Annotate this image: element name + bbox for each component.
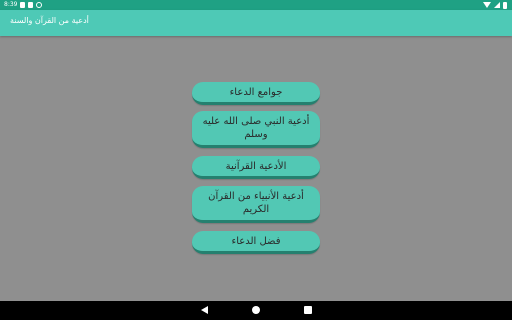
menu-button-prophet-supplications[interactable]: أدعية النبي صلى الله عليه وسلم (192, 111, 320, 148)
recent-apps-icon[interactable] (304, 306, 312, 314)
sync-icon (36, 2, 43, 8)
app-title: أدعية من القرآن والسنة (10, 16, 89, 25)
notification-icon (20, 2, 26, 8)
app-bar: أدعية من القرآن والسنة (0, 10, 512, 36)
back-icon[interactable] (201, 306, 208, 314)
signal-icon (494, 2, 500, 8)
status-time: 8:39 (4, 1, 18, 8)
status-bar: 8:39 (0, 0, 512, 10)
menu-button-comprehensive-supplications[interactable]: جوامع الدعاء (192, 82, 320, 105)
menu-button-prophets-supplications[interactable]: أدعية الأنبياء من القرآن الكريم (192, 186, 320, 223)
menu-button-virtue-of-supplication[interactable]: فضل الدعاء (192, 231, 320, 254)
sim-card-icon (28, 2, 34, 8)
status-left: 8:39 (4, 0, 43, 10)
home-icon[interactable] (252, 306, 260, 314)
status-right (483, 0, 507, 10)
wifi-icon (483, 2, 491, 8)
battery-icon (503, 1, 507, 9)
menu-button-quranic-supplications[interactable]: الأدعية القرآنية (192, 156, 320, 179)
navigation-bar (0, 301, 512, 320)
